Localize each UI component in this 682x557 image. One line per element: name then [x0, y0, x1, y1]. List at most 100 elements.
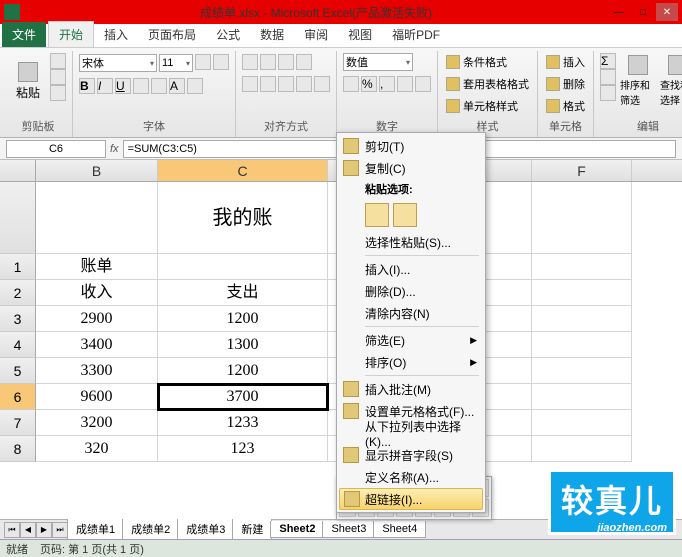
cell[interactable]	[158, 254, 328, 280]
cell[interactable]: 收入	[36, 280, 158, 306]
currency-icon[interactable]	[343, 76, 359, 92]
tab-nav-first[interactable]: ⏮	[4, 522, 20, 538]
cell[interactable]	[532, 280, 632, 306]
col-header-c[interactable]: C	[158, 160, 328, 181]
cell[interactable]	[532, 306, 632, 332]
close-button[interactable]: ✕	[656, 3, 678, 21]
align-left-icon[interactable]	[242, 76, 258, 92]
sheet-tab[interactable]: Sheet2	[270, 521, 324, 538]
cell[interactable]: 1233	[158, 410, 328, 436]
conditional-format-button[interactable]: 条件格式	[444, 53, 509, 71]
cm-sort[interactable]: 排序(O)▶	[339, 351, 483, 373]
copy-icon[interactable]	[50, 69, 66, 85]
font-name-combo[interactable]: 宋体▾	[79, 54, 157, 72]
tab-view[interactable]: 视图	[338, 22, 382, 47]
align-top-icon[interactable]	[242, 54, 258, 70]
inc-decimal-icon[interactable]	[397, 76, 413, 92]
cell[interactable]: 1200	[158, 358, 328, 384]
indent-dec-icon[interactable]	[296, 76, 312, 92]
format-cells-button[interactable]: 格式	[544, 97, 587, 115]
row-header[interactable]: 3	[0, 306, 36, 332]
col-header-f[interactable]: F	[532, 160, 632, 181]
tab-file[interactable]: 文件	[2, 22, 46, 47]
cell[interactable]: 2900	[36, 306, 158, 332]
cell[interactable]: 1300	[158, 332, 328, 358]
comma-icon[interactable]: ,	[379, 76, 395, 92]
tab-nav-next[interactable]: ▶	[36, 522, 52, 538]
fx-icon[interactable]: fx	[110, 143, 119, 155]
tab-nav-last[interactable]: ⏭	[52, 522, 68, 538]
number-format-combo[interactable]: 数值▾	[343, 53, 413, 71]
bold-icon[interactable]: B	[79, 78, 95, 94]
find-select-button[interactable]: 查找和选择	[660, 53, 682, 109]
pinyin-icon[interactable]	[187, 78, 203, 94]
insert-cells-button[interactable]: 插入	[544, 53, 587, 71]
tab-foxit[interactable]: 福昕PDF	[382, 22, 450, 47]
minimize-button[interactable]: —	[608, 3, 630, 21]
fill-color-icon[interactable]	[151, 78, 167, 94]
row-header[interactable]	[0, 182, 36, 254]
fill-icon[interactable]	[600, 69, 616, 85]
italic-icon[interactable]: I	[97, 78, 113, 94]
orientation-icon[interactable]	[296, 54, 312, 70]
cm-insert[interactable]: 插入(I)...	[339, 258, 483, 280]
sheet-tab[interactable]: 成绩单3	[177, 519, 234, 540]
cell[interactable]: 支出	[158, 280, 328, 306]
cm-hyperlink[interactable]: 超链接(I)...	[339, 488, 483, 510]
font-size-combo[interactable]: 11▾	[159, 54, 193, 72]
maximize-button[interactable]: □	[632, 3, 654, 21]
dec-decimal-icon[interactable]	[415, 76, 431, 92]
tab-nav-prev[interactable]: ◀	[20, 522, 36, 538]
row-header[interactable]: 1	[0, 254, 36, 280]
cm-copy[interactable]: 复制(C)	[339, 157, 483, 179]
sheet-tab[interactable]: Sheet3	[322, 521, 375, 538]
cell[interactable]	[532, 358, 632, 384]
percent-icon[interactable]: %	[361, 76, 377, 92]
align-center-icon[interactable]	[260, 76, 276, 92]
sheet-tab[interactable]: 成绩单2	[122, 519, 179, 540]
sheet-tab[interactable]: 成绩单1	[67, 519, 124, 540]
cell[interactable]: 320	[36, 436, 158, 462]
cell[interactable]: 我的账	[158, 182, 328, 254]
align-middle-icon[interactable]	[260, 54, 276, 70]
grow-font-icon[interactable]	[195, 54, 211, 70]
cm-clear[interactable]: 清除内容(N)	[339, 302, 483, 324]
cell[interactable]	[532, 436, 632, 462]
shrink-font-icon[interactable]	[213, 54, 229, 70]
cm-define-name[interactable]: 定义名称(A)...	[339, 466, 483, 488]
format-painter-icon[interactable]	[50, 85, 66, 101]
align-right-icon[interactable]	[278, 76, 294, 92]
row-header[interactable]: 6	[0, 384, 36, 410]
col-header-b[interactable]: B	[36, 160, 158, 181]
paste-button[interactable]: 粘贴	[10, 53, 46, 109]
active-cell[interactable]: 3700	[158, 384, 328, 410]
cell[interactable]	[532, 384, 632, 410]
cm-paste-special[interactable]: 选择性粘贴(S)...	[339, 231, 483, 253]
delete-cells-button[interactable]: 删除	[544, 75, 587, 93]
paste-option-icon[interactable]	[365, 203, 389, 227]
row-header[interactable]: 7	[0, 410, 36, 436]
underline-icon[interactable]: U	[115, 78, 131, 94]
cut-icon[interactable]	[50, 53, 66, 69]
cm-comment[interactable]: 插入批注(M)	[339, 378, 483, 400]
cell[interactable]: 123	[158, 436, 328, 462]
select-all-corner[interactable]	[0, 160, 36, 181]
cm-filter[interactable]: 筛选(E)▶	[339, 329, 483, 351]
align-bottom-icon[interactable]	[278, 54, 294, 70]
row-header[interactable]: 5	[0, 358, 36, 384]
cell[interactable]	[532, 254, 632, 280]
border-icon[interactable]	[133, 78, 149, 94]
tab-data[interactable]: 数据	[250, 22, 294, 47]
autosum-icon[interactable]: Σ	[600, 53, 616, 69]
indent-inc-icon[interactable]	[314, 76, 330, 92]
cm-cut[interactable]: 剪切(T)	[339, 135, 483, 157]
cell[interactable]	[532, 332, 632, 358]
cell-styles-button[interactable]: 单元格样式	[444, 97, 520, 115]
sheet-tab[interactable]: 新建	[232, 519, 272, 540]
cell[interactable]: 3300	[36, 358, 158, 384]
row-header[interactable]: 8	[0, 436, 36, 462]
sheet-tab[interactable]: Sheet4	[373, 521, 426, 538]
cm-pinyin[interactable]: 显示拼音字段(S)	[339, 444, 483, 466]
cell[interactable]: 9600	[36, 384, 158, 410]
table-format-button[interactable]: 套用表格格式	[444, 75, 531, 93]
